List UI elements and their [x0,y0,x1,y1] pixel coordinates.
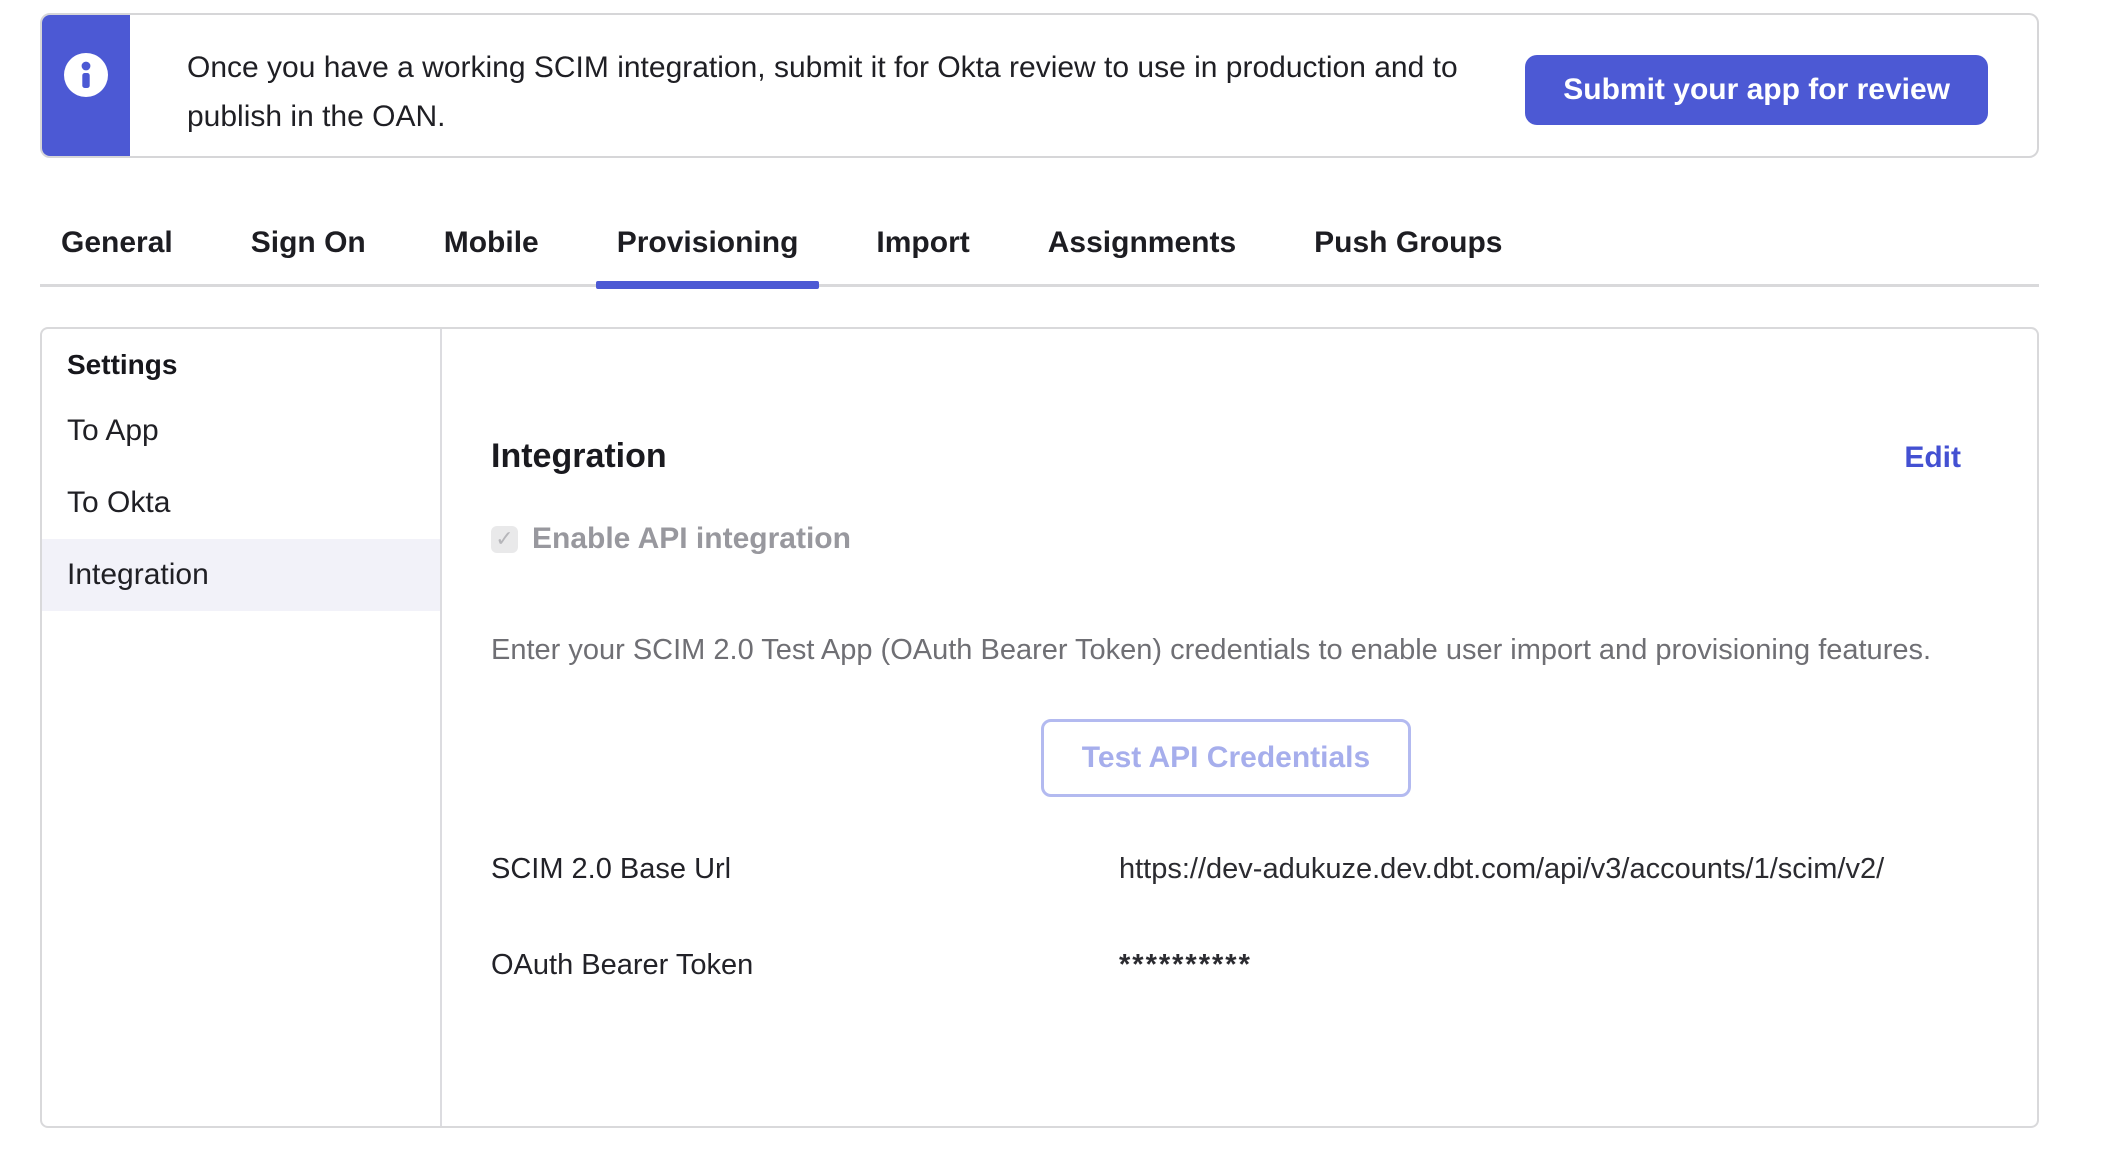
integration-content: Integration Edit ✓ Enable API integratio… [442,329,2037,1126]
credentials-fields: SCIM 2.0 Base Url https://dev-adukuze.de… [491,853,1961,982]
page-title: Integration [491,437,667,476]
provisioning-page: Once you have a working SCIM integration… [0,0,2122,1156]
sidebar-item-to-okta[interactable]: To Okta [42,467,440,539]
scim-base-url-value: https://dev-adukuze.dev.dbt.com/api/v3/a… [1119,853,1961,886]
provisioning-panel: Settings To App To Okta Integration Inte… [40,327,2039,1128]
oauth-bearer-token-row: OAuth Bearer Token ********** [491,949,1961,982]
tab-import[interactable]: Import [855,208,990,284]
info-banner-message: Once you have a working SCIM integration… [130,15,1525,156]
credentials-description: Enter your SCIM 2.0 Test App (OAuth Bear… [491,634,1961,667]
tab-assignments[interactable]: Assignments [1027,208,1257,284]
info-icon [64,15,108,102]
sidebar-item-to-app[interactable]: To App [42,395,440,467]
oauth-bearer-token-value: ********** [1119,949,1961,982]
tab-mobile[interactable]: Mobile [423,208,560,284]
tab-provisioning[interactable]: Provisioning [596,208,820,284]
test-api-credentials-button[interactable]: Test API Credentials [1041,719,1411,797]
enable-api-integration-checkbox: ✓ [491,526,518,553]
sidebar-header: Settings [42,349,440,381]
sidebar-item-integration[interactable]: Integration [42,539,440,611]
tab-sign-on[interactable]: Sign On [230,208,387,284]
scim-base-url-label: SCIM 2.0 Base Url [491,853,1119,886]
enable-api-integration-row: ✓ Enable API integration [491,522,1961,556]
submit-app-for-review-button[interactable]: Submit your app for review [1525,55,1988,125]
content-header: Integration Edit [491,437,1961,476]
app-tabbar: General Sign On Mobile Provisioning Impo… [40,208,2039,287]
tab-push-groups[interactable]: Push Groups [1293,208,1523,284]
oauth-bearer-token-label: OAuth Bearer Token [491,949,1119,982]
settings-sidebar: Settings To App To Okta Integration [42,329,442,1126]
enable-api-integration-label: Enable API integration [532,522,851,556]
info-banner-accent [42,15,130,156]
edit-link[interactable]: Edit [1904,441,1961,475]
test-credentials-row: Test API Credentials [491,719,1961,797]
info-banner: Once you have a working SCIM integration… [40,13,2039,158]
tab-general[interactable]: General [40,208,194,284]
scim-base-url-row: SCIM 2.0 Base Url https://dev-adukuze.de… [491,853,1961,886]
